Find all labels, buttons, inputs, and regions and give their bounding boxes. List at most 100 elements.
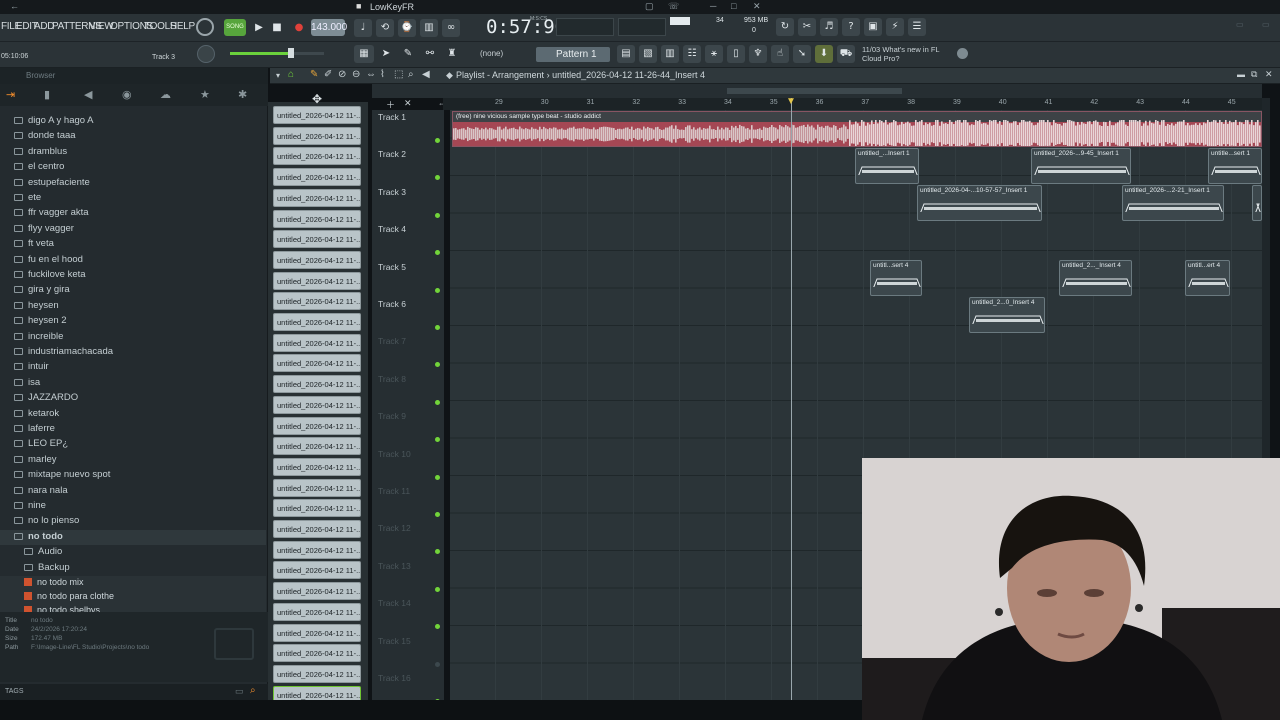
- track-enable-led[interactable]: [435, 437, 440, 443]
- folder-item[interactable]: flyy vagger: [14, 223, 74, 238]
- folder-item[interactable]: ete: [14, 192, 41, 207]
- close-icon[interactable]: ✕: [753, 1, 761, 12]
- plug-icon[interactable]: ♆: [749, 45, 767, 63]
- folder-item[interactable]: dramblus: [14, 146, 67, 161]
- arrow-icon[interactable]: ➤: [376, 45, 396, 63]
- plugin-icon[interactable]: ⚡: [886, 18, 904, 36]
- track-enable-led[interactable]: [435, 474, 440, 480]
- track-name[interactable]: Track 7: [378, 336, 406, 346]
- record-mode-icon[interactable]: [196, 18, 214, 36]
- news-settings-icon[interactable]: [957, 48, 968, 59]
- timeline-ruler[interactable]: 29 30 31 32 33 34 35 36 37 38 39 40 41 42 43 44 45: [443, 98, 1263, 110]
- piano-roll-icon[interactable]: ▧: [639, 45, 657, 63]
- channel-button[interactable]: untitled_2026-04-12 11-...: [273, 209, 361, 228]
- channel-rack-icon[interactable]: ▥: [661, 45, 679, 63]
- pattern-clip[interactable]: untitled_2...0_Insert 4: [969, 297, 1045, 333]
- pattern-clip[interactable]: untitled_2026-...9-45_Insert 1: [1031, 148, 1131, 184]
- folder-item[interactable]: marley: [14, 454, 57, 469]
- track-enable-led[interactable]: [435, 512, 440, 517]
- snap-icon[interactable]: ⌂: [288, 69, 294, 80]
- pattern-clip[interactable]: untitled_2026-04-...10-57-57_Insert 1: [917, 185, 1042, 221]
- back-arrow-icon[interactable]: ←: [10, 1, 19, 11]
- channel-button[interactable]: untitled_2026-04-12 11-...: [273, 664, 361, 683]
- pencil-icon[interactable]: ✎: [398, 45, 418, 63]
- whats-new-panel[interactable]: 11/03 What's new in FL Cloud Pro?: [862, 45, 958, 63]
- channel-button[interactable]: untitled_2026-04-12 11-...: [273, 333, 361, 352]
- cart-icon[interactable]: ⛟: [837, 45, 855, 63]
- channel-button[interactable]: untitled_2026-04-12 11-...: [273, 313, 361, 331]
- track-enable-led[interactable]: [435, 250, 440, 256]
- playhead[interactable]: [791, 98, 792, 700]
- track-name[interactable]: Track 14: [378, 598, 411, 608]
- browser-globe-icon[interactable]: ◉: [122, 88, 132, 101]
- browser-star-icon[interactable]: ★: [200, 88, 210, 101]
- playlist-icon[interactable]: ▤: [617, 45, 635, 63]
- channel-button[interactable]: untitled_2026-04-12 11-...: [273, 147, 361, 166]
- pattern-clip[interactable]: [1252, 185, 1262, 221]
- pointer-icon[interactable]: ➘: [793, 45, 811, 63]
- stop-button[interactable]: ■: [268, 19, 286, 37]
- countdown-icon[interactable]: ⌚: [398, 19, 416, 37]
- slip-tool-icon[interactable]: ⇔: [366, 69, 376, 80]
- channel-button[interactable]: untitled_2026-04-12 11-...: [273, 520, 361, 538]
- track-enable-led[interactable]: [435, 362, 440, 368]
- channel-button[interactable]: untitled_2026-04-12 11-...: [273, 292, 361, 311]
- track-name[interactable]: Track 16: [378, 673, 411, 683]
- channel-button[interactable]: untitled_2026-04-12 11-...: [273, 457, 361, 476]
- track-enable-led[interactable]: [435, 325, 440, 330]
- track-name[interactable]: Track 15: [378, 636, 411, 646]
- slice-tool-icon[interactable]: ⌇: [380, 69, 385, 80]
- folder-item[interactable]: heysen 2: [14, 315, 67, 330]
- browser-plugins-icon[interactable]: ✱: [238, 88, 247, 101]
- channel-button[interactable]: untitled_2026-04-12 11-...: [273, 540, 361, 559]
- folder-item[interactable]: gira y gira: [14, 284, 70, 299]
- channel-button[interactable]: untitled_2026-04-12 11-...: [273, 499, 361, 518]
- folder-item[interactable]: industriamachacada: [14, 346, 113, 361]
- pattern-clip[interactable]: untitled_2..._Insert 4: [1059, 260, 1132, 296]
- pattern-clip[interactable]: untitled_2026-...2-21_Insert 1: [1122, 185, 1224, 221]
- project-file-item[interactable]: no todo para clothe: [24, 591, 114, 605]
- folder-item[interactable]: intuir: [14, 361, 49, 376]
- app-close-icon[interactable]: ▭: [1262, 20, 1270, 29]
- track-enable-led[interactable]: [435, 586, 440, 592]
- select-tool-icon[interactable]: ⬚: [394, 69, 403, 80]
- pattern-clip[interactable]: untitled_...Insert 1: [855, 148, 919, 184]
- channel-button[interactable]: untitled_2026-04-12 11-...: [273, 602, 361, 621]
- minimize-icon[interactable]: ─: [710, 1, 716, 11]
- track-enable-led[interactable]: [435, 138, 440, 143]
- channel-button[interactable]: untitled_2026-04-12 11-...: [273, 250, 361, 269]
- track-name[interactable]: Track 13: [378, 561, 411, 571]
- channel-button[interactable]: untitled_2026-04-12 11-...: [273, 354, 361, 373]
- piano-icon[interactable]: ▦: [354, 45, 374, 63]
- subfolder-item[interactable]: Audio: [24, 546, 62, 561]
- scissors-icon[interactable]: ✂: [798, 18, 816, 36]
- touch-icon[interactable]: ☝: [771, 45, 789, 63]
- channel-button[interactable]: untitled_2026-04-12 11-...: [273, 623, 361, 642]
- folder-item[interactable]: fu en el hood: [14, 254, 83, 269]
- channel-button[interactable]: untitled_2026-04-12 11-...: [273, 416, 361, 435]
- overview-window[interactable]: [727, 88, 902, 94]
- browser-back-icon[interactable]: ◀: [84, 88, 92, 101]
- track-name[interactable]: Track 1: [378, 112, 406, 122]
- download-icon[interactable]: ⬇: [815, 45, 833, 63]
- paint-tool-icon[interactable]: ✐: [324, 69, 332, 80]
- track-enable-led[interactable]: [435, 212, 440, 218]
- channel-button[interactable]: untitled_2026-04-12 11-...: [273, 561, 361, 580]
- playlist-close-icon[interactable]: ✕: [1265, 69, 1273, 80]
- track-name[interactable]: Track 4: [378, 224, 406, 234]
- microphone-icon[interactable]: ♬: [820, 18, 838, 36]
- browser-files-icon[interactable]: ▮: [44, 88, 50, 101]
- time-display[interactable]: 0:57:90: [486, 16, 566, 38]
- track-name[interactable]: Track 6: [378, 299, 406, 309]
- playhead-marker-icon[interactable]: ▼: [786, 96, 796, 107]
- master-pitch-slider[interactable]: [556, 18, 614, 36]
- folder-item[interactable]: LEO EP¿: [14, 438, 68, 453]
- browser-cloud-icon[interactable]: ☁: [160, 88, 171, 101]
- zoom-tool-icon[interactable]: ⌕: [408, 69, 414, 80]
- channel-button[interactable]: untitled_2026-04-12 11-...: [273, 582, 361, 601]
- playlist-minimize-icon[interactable]: ▬: [1237, 70, 1245, 79]
- main-volume-slider[interactable]: [230, 48, 324, 58]
- track-name[interactable]: Track 8: [378, 374, 406, 384]
- metronome-icon[interactable]: ♩: [354, 19, 372, 37]
- channel-button[interactable]: untitled_2026-04-12 11-...: [273, 126, 361, 145]
